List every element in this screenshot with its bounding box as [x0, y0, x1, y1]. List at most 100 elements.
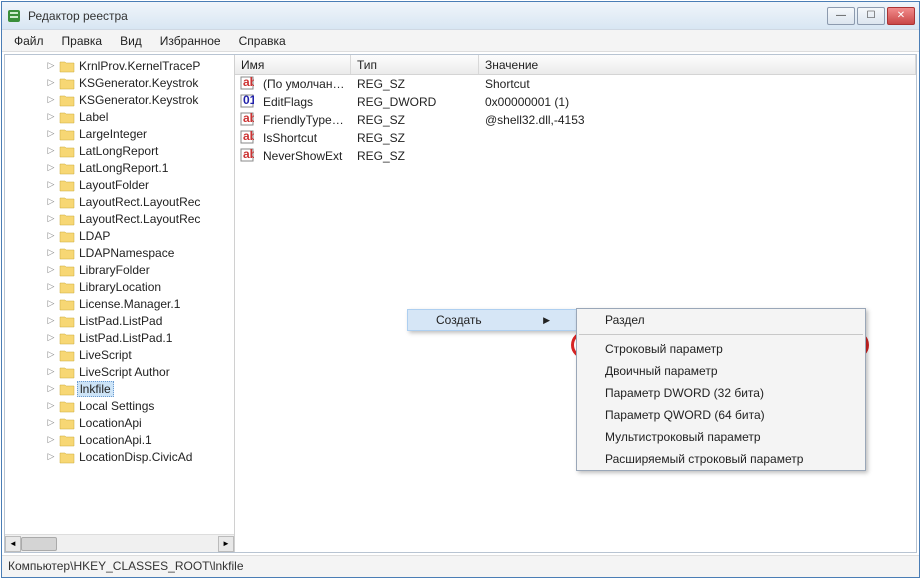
tree-item[interactable]: ▷LatLongReport — [5, 142, 234, 159]
value-row[interactable]: abFriendlyTypeNa...REG_SZ@shell32.dll,-4… — [235, 111, 916, 129]
tree-item[interactable]: ▷LiveScript Author — [5, 363, 234, 380]
scroll-thumb[interactable] — [21, 537, 57, 551]
value-row[interactable]: abNeverShowExtREG_SZ — [235, 147, 916, 165]
menu-favorites[interactable]: Избранное — [152, 31, 229, 51]
expand-icon[interactable]: ▷ — [45, 264, 57, 275]
menu-file[interactable]: Файл — [6, 31, 52, 51]
col-header-name[interactable]: Имя — [235, 55, 351, 74]
tree-hscrollbar[interactable]: ◄ ► — [5, 534, 234, 552]
expand-icon[interactable]: ▷ — [45, 315, 57, 326]
expand-icon[interactable]: ▷ — [45, 162, 57, 173]
minimize-button[interactable]: — — [827, 7, 855, 25]
expand-icon[interactable]: ▷ — [45, 400, 57, 411]
expand-icon[interactable]: ▷ — [45, 230, 57, 241]
submenu-item-string[interactable]: Строковый параметр — [577, 338, 865, 360]
folder-icon — [59, 212, 75, 226]
tree-item-label: KrnlProv.KernelTraceP — [79, 59, 200, 73]
tree-item[interactable]: ▷ LocationApi.1 — [5, 431, 234, 448]
value-row[interactable]: 01EditFlagsREG_DWORD0x00000001 (1) — [235, 93, 916, 111]
tree-item[interactable]: ▷LayoutFolder — [5, 176, 234, 193]
folder-icon — [59, 161, 75, 175]
expand-icon[interactable]: ▷ — [45, 298, 57, 309]
folder-icon — [59, 280, 75, 294]
expand-icon[interactable]: ▷ — [45, 77, 57, 88]
tree-item[interactable]: ▷LocationApi — [5, 414, 234, 431]
tree-item[interactable]: ▷ListPad.ListPad — [5, 312, 234, 329]
tree-item[interactable]: ▷ LDAP — [5, 227, 234, 244]
tree-item[interactable]: ▷ LargeInteger — [5, 125, 234, 142]
tree-item[interactable]: ▷LibraryFolder — [5, 261, 234, 278]
maximize-button[interactable]: ☐ — [857, 7, 885, 25]
tree-item-label: LDAP — [79, 229, 110, 243]
expand-icon[interactable]: ▷ — [45, 451, 57, 462]
close-button[interactable]: ✕ — [887, 7, 915, 25]
value-type: REG_SZ — [351, 149, 479, 163]
tree-item[interactable]: ▷KSGenerator.Keystrok — [5, 91, 234, 108]
submenu-item-expand[interactable]: Расширяемый строковый параметр — [577, 448, 865, 470]
menu-edit[interactable]: Правка — [54, 31, 111, 51]
window-buttons: — ☐ ✕ — [827, 7, 915, 25]
tree-item[interactable]: ▷lnkfile — [5, 380, 234, 397]
value-row[interactable]: ab(По умолчанию)REG_SZShortcut — [235, 75, 916, 93]
value-type: REG_SZ — [351, 113, 479, 127]
expand-icon[interactable]: ▷ — [45, 332, 57, 343]
expand-icon[interactable]: ▷ — [45, 128, 57, 139]
folder-icon — [59, 399, 75, 413]
tree-item[interactable]: ▷Label — [5, 108, 234, 125]
context-item-create[interactable]: Создать ▶ Раздел Строковый параметр Двои… — [407, 309, 577, 331]
values-header: Имя Тип Значение — [235, 55, 916, 75]
client-area: ▷KrnlProv.KernelTraceP▷KSGenerator.Keyst… — [4, 54, 917, 553]
tree-item[interactable]: ▷LocationDisp.CivicAd — [5, 448, 234, 465]
expand-icon[interactable]: ▷ — [45, 94, 57, 105]
expand-icon[interactable]: ▷ — [45, 196, 57, 207]
expand-icon[interactable]: ▷ — [45, 281, 57, 292]
folder-icon — [59, 93, 75, 107]
scroll-track[interactable] — [21, 536, 218, 552]
expand-icon[interactable]: ▷ — [45, 434, 57, 445]
tree-item[interactable]: ▷LDAPNamespace — [5, 244, 234, 261]
expand-icon[interactable]: ▷ — [45, 247, 57, 258]
col-header-data[interactable]: Значение — [479, 55, 916, 74]
submenu-item-dword[interactable]: Параметр DWORD (32 бита) — [577, 382, 865, 404]
submenu-item-binary[interactable]: Двоичный параметр — [577, 360, 865, 382]
menu-help[interactable]: Справка — [231, 31, 294, 51]
tree-item[interactable]: ▷LatLongReport.1 — [5, 159, 234, 176]
expand-icon[interactable]: ▷ — [45, 60, 57, 71]
expand-icon[interactable]: ▷ — [45, 349, 57, 360]
folder-icon — [59, 195, 75, 209]
scroll-left-button[interactable]: ◄ — [5, 536, 21, 552]
menu-view[interactable]: Вид — [112, 31, 150, 51]
value-row[interactable]: abIsShortcutREG_SZ — [235, 129, 916, 147]
expand-icon[interactable]: ▷ — [45, 145, 57, 156]
submenu-item-qword[interactable]: Параметр QWORD (64 бита) — [577, 404, 865, 426]
tree-item-label: LocationApi.1 — [79, 433, 152, 447]
col-header-type[interactable]: Тип — [351, 55, 479, 74]
values-list[interactable]: ab(По умолчанию)REG_SZShortcut01EditFlag… — [235, 75, 916, 552]
tree-item[interactable]: ▷LibraryLocation — [5, 278, 234, 295]
expand-icon[interactable]: ▷ — [45, 213, 57, 224]
tree-item[interactable]: ▷Local Settings — [5, 397, 234, 414]
create-submenu: Раздел Строковый параметр Двоичный парам… — [576, 308, 866, 471]
tree-item[interactable]: ▷LayoutRect.LayoutRec — [5, 210, 234, 227]
tree-item[interactable]: ▷LayoutRect.LayoutRec — [5, 193, 234, 210]
submenu-item-multi[interactable]: Мультистроковый параметр — [577, 426, 865, 448]
expand-icon[interactable]: ▷ — [45, 111, 57, 122]
tree-item[interactable]: ▷LiveScript — [5, 346, 234, 363]
folder-icon — [59, 450, 75, 464]
titlebar[interactable]: Редактор реестра — ☐ ✕ — [2, 2, 919, 30]
registry-tree[interactable]: ▷KrnlProv.KernelTraceP▷KSGenerator.Keyst… — [5, 55, 234, 534]
submenu-item-key[interactable]: Раздел — [577, 309, 865, 331]
value-data: 0x00000001 (1) — [479, 95, 575, 109]
tree-item[interactable]: ▷ListPad.ListPad.1 — [5, 329, 234, 346]
tree-item-label: LargeInteger — [79, 127, 147, 141]
tree-item[interactable]: ▷License.Manager.1 — [5, 295, 234, 312]
expand-icon[interactable]: ▷ — [45, 366, 57, 377]
expand-icon[interactable]: ▷ — [45, 179, 57, 190]
folder-icon — [59, 229, 75, 243]
reg-string-icon: ab — [240, 130, 254, 146]
tree-item[interactable]: ▷KSGenerator.Keystrok — [5, 74, 234, 91]
expand-icon[interactable]: ▷ — [45, 383, 57, 394]
scroll-right-button[interactable]: ► — [218, 536, 234, 552]
expand-icon[interactable]: ▷ — [45, 417, 57, 428]
tree-item[interactable]: ▷ KrnlProv.KernelTraceP — [5, 57, 234, 74]
